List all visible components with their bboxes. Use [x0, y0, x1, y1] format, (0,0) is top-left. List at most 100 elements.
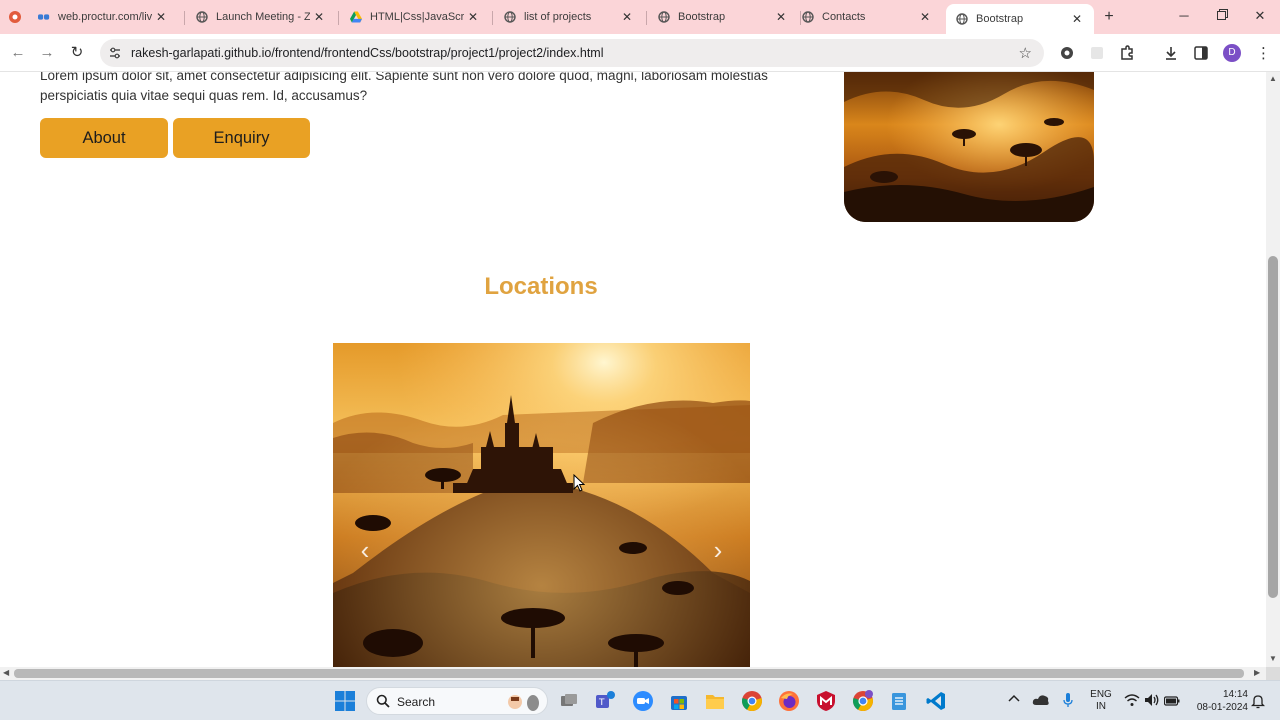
tab-title: web.proctur.com/live	[58, 11, 152, 23]
close-icon[interactable]: ✕	[772, 10, 790, 24]
taskbar-search[interactable]: Search	[366, 687, 548, 715]
tab-proctur[interactable]: web.proctur.com/live ✕	[28, 4, 178, 30]
language-indicator[interactable]: ENG IN	[1088, 689, 1114, 713]
scroll-left-icon[interactable]: ◀	[3, 668, 9, 677]
restore-icon[interactable]	[1212, 8, 1232, 23]
search-highlight-icon	[505, 691, 543, 713]
extension-icon[interactable]	[1088, 44, 1106, 62]
tab-title: Bootstrap	[976, 13, 1024, 25]
vertical-scroll-thumb[interactable]	[1268, 256, 1278, 598]
vertical-scrollbar[interactable]: ▲ ▼	[1266, 72, 1280, 667]
tab-title: list of projects	[524, 11, 592, 23]
tab-drive[interactable]: HTML|Css|JavaScript ✕	[340, 4, 490, 30]
close-icon[interactable]: ✕	[464, 10, 482, 24]
file-explorer-icon[interactable]	[704, 690, 726, 712]
notification-bell-icon[interactable]	[1250, 693, 1266, 709]
tab-bootstrap-1[interactable]: Bootstrap ✕	[648, 4, 798, 30]
hero-image	[844, 72, 1094, 222]
taskbar-clock[interactable]: 14:14 08-01-2024	[1188, 688, 1248, 714]
globe-icon	[196, 11, 208, 23]
region-code: IN	[1096, 701, 1106, 712]
scroll-right-icon[interactable]: ▶	[1254, 668, 1260, 677]
side-panel-icon[interactable]	[1192, 44, 1210, 62]
windows-taskbar: Search T ENG IN 14:14 08-01-2024	[0, 680, 1280, 720]
carousel-next-button[interactable]: ›	[703, 535, 733, 565]
carousel-prev-button[interactable]: ‹	[350, 535, 380, 565]
clock-time: 14:14	[1222, 689, 1248, 700]
notepad-icon[interactable]	[888, 690, 910, 712]
scroll-up-icon[interactable]: ▲	[1266, 74, 1280, 83]
close-icon[interactable]: ✕	[618, 10, 636, 24]
google-drive-icon	[350, 11, 362, 23]
tab-title: HTML|Css|JavaScript	[370, 11, 464, 23]
onedrive-icon[interactable]	[1032, 693, 1050, 707]
show-hidden-icons-icon[interactable]	[1007, 692, 1021, 706]
battery-icon[interactable]	[1163, 694, 1180, 706]
about-button[interactable]: About	[40, 118, 168, 158]
teams-icon[interactable]: T	[594, 690, 616, 712]
search-icon	[376, 694, 390, 708]
bookmark-star-icon[interactable]: ☆	[1019, 44, 1032, 62]
horizontal-scroll-thumb[interactable]	[14, 669, 1244, 678]
address-bar[interactable]: rakesh-garlapati.github.io/frontend/fron…	[100, 39, 1044, 67]
close-icon[interactable]: ✕	[310, 10, 328, 24]
microsoft-store-icon[interactable]	[668, 690, 690, 712]
url-text[interactable]: rakesh-garlapati.github.io/frontend/fron…	[131, 46, 604, 60]
locations-heading: Locations	[484, 273, 598, 300]
profile-avatar[interactable]: D	[1223, 44, 1241, 62]
tab-title: Contacts	[822, 11, 866, 23]
windows-start-icon[interactable]	[334, 690, 356, 712]
chrome-icon[interactable]	[741, 690, 763, 712]
clock-date: 08-01-2024	[1196, 702, 1248, 713]
intro-paragraph: Lorem ipsum dolor sit, amet consectetur …	[40, 72, 768, 103]
scroll-corner	[1266, 667, 1280, 680]
mcafee-icon[interactable]	[815, 690, 837, 712]
reload-icon[interactable]: ↻	[68, 44, 86, 62]
globe-icon	[956, 13, 968, 25]
enquiry-button[interactable]: Enquiry	[173, 118, 310, 158]
microphone-icon[interactable]	[1062, 692, 1074, 708]
tab-bootstrap-active[interactable]: Bootstrap ✕	[946, 4, 1094, 34]
close-icon[interactable]: ✕	[916, 10, 934, 24]
tab-list-of-projects[interactable]: list of projects ✕	[494, 4, 644, 30]
horizontal-scrollbar[interactable]: ◀ ▶	[0, 667, 1266, 680]
back-icon[interactable]: ←	[9, 44, 27, 62]
volume-icon[interactable]	[1144, 693, 1160, 707]
tab-contacts[interactable]: Contacts ✕	[792, 4, 942, 30]
chrome-menu-icon[interactable]	[8, 10, 22, 24]
carousel-slide-image	[333, 343, 750, 667]
task-view-icon[interactable]	[558, 690, 580, 712]
extensions-puzzle-icon[interactable]	[1118, 44, 1136, 62]
page-viewport: Lorem ipsum dolor sit, amet consectetur …	[0, 72, 1266, 667]
more-menu-icon[interactable]: ⋮	[1256, 44, 1271, 62]
chrome-profile-icon[interactable]	[852, 690, 874, 712]
minimize-icon[interactable]: ─	[1174, 8, 1194, 23]
extension-puzzle-alt-icon[interactable]	[1058, 44, 1076, 62]
new-tab-button[interactable]: +	[1100, 8, 1118, 26]
close-window-icon[interactable]: ✕	[1250, 8, 1270, 24]
site-info-icon[interactable]	[108, 46, 122, 60]
tab-zoom[interactable]: Launch Meeting - Zoom ✕	[186, 4, 336, 30]
mouse-cursor-icon	[573, 473, 586, 492]
zoom-icon[interactable]	[632, 690, 654, 712]
wifi-icon[interactable]	[1124, 693, 1140, 707]
proctur-icon	[38, 11, 50, 23]
tab-title: Bootstrap	[678, 11, 726, 23]
close-icon[interactable]: ✕	[1068, 12, 1086, 26]
scroll-down-icon[interactable]: ▼	[1266, 654, 1280, 663]
svg-text:T: T	[598, 698, 605, 708]
language-code: ENG	[1090, 689, 1112, 700]
download-icon[interactable]	[1162, 44, 1180, 62]
search-label: Search	[397, 695, 436, 709]
browser-toolbar: ← → ↻ rakesh-garlapati.github.io/fronten…	[0, 34, 1280, 72]
globe-icon	[802, 11, 814, 23]
globe-icon	[504, 11, 516, 23]
forward-icon[interactable]: →	[38, 44, 56, 62]
close-icon[interactable]: ✕	[152, 10, 170, 24]
tab-strip: web.proctur.com/live ✕ Launch Meeting - …	[0, 0, 1280, 34]
locations-carousel[interactable]: ‹ ›	[333, 343, 750, 667]
firefox-icon[interactable]	[778, 690, 800, 712]
globe-icon	[658, 11, 670, 23]
tab-title: Launch Meeting - Zoom	[216, 11, 310, 23]
vscode-icon[interactable]	[925, 690, 947, 712]
